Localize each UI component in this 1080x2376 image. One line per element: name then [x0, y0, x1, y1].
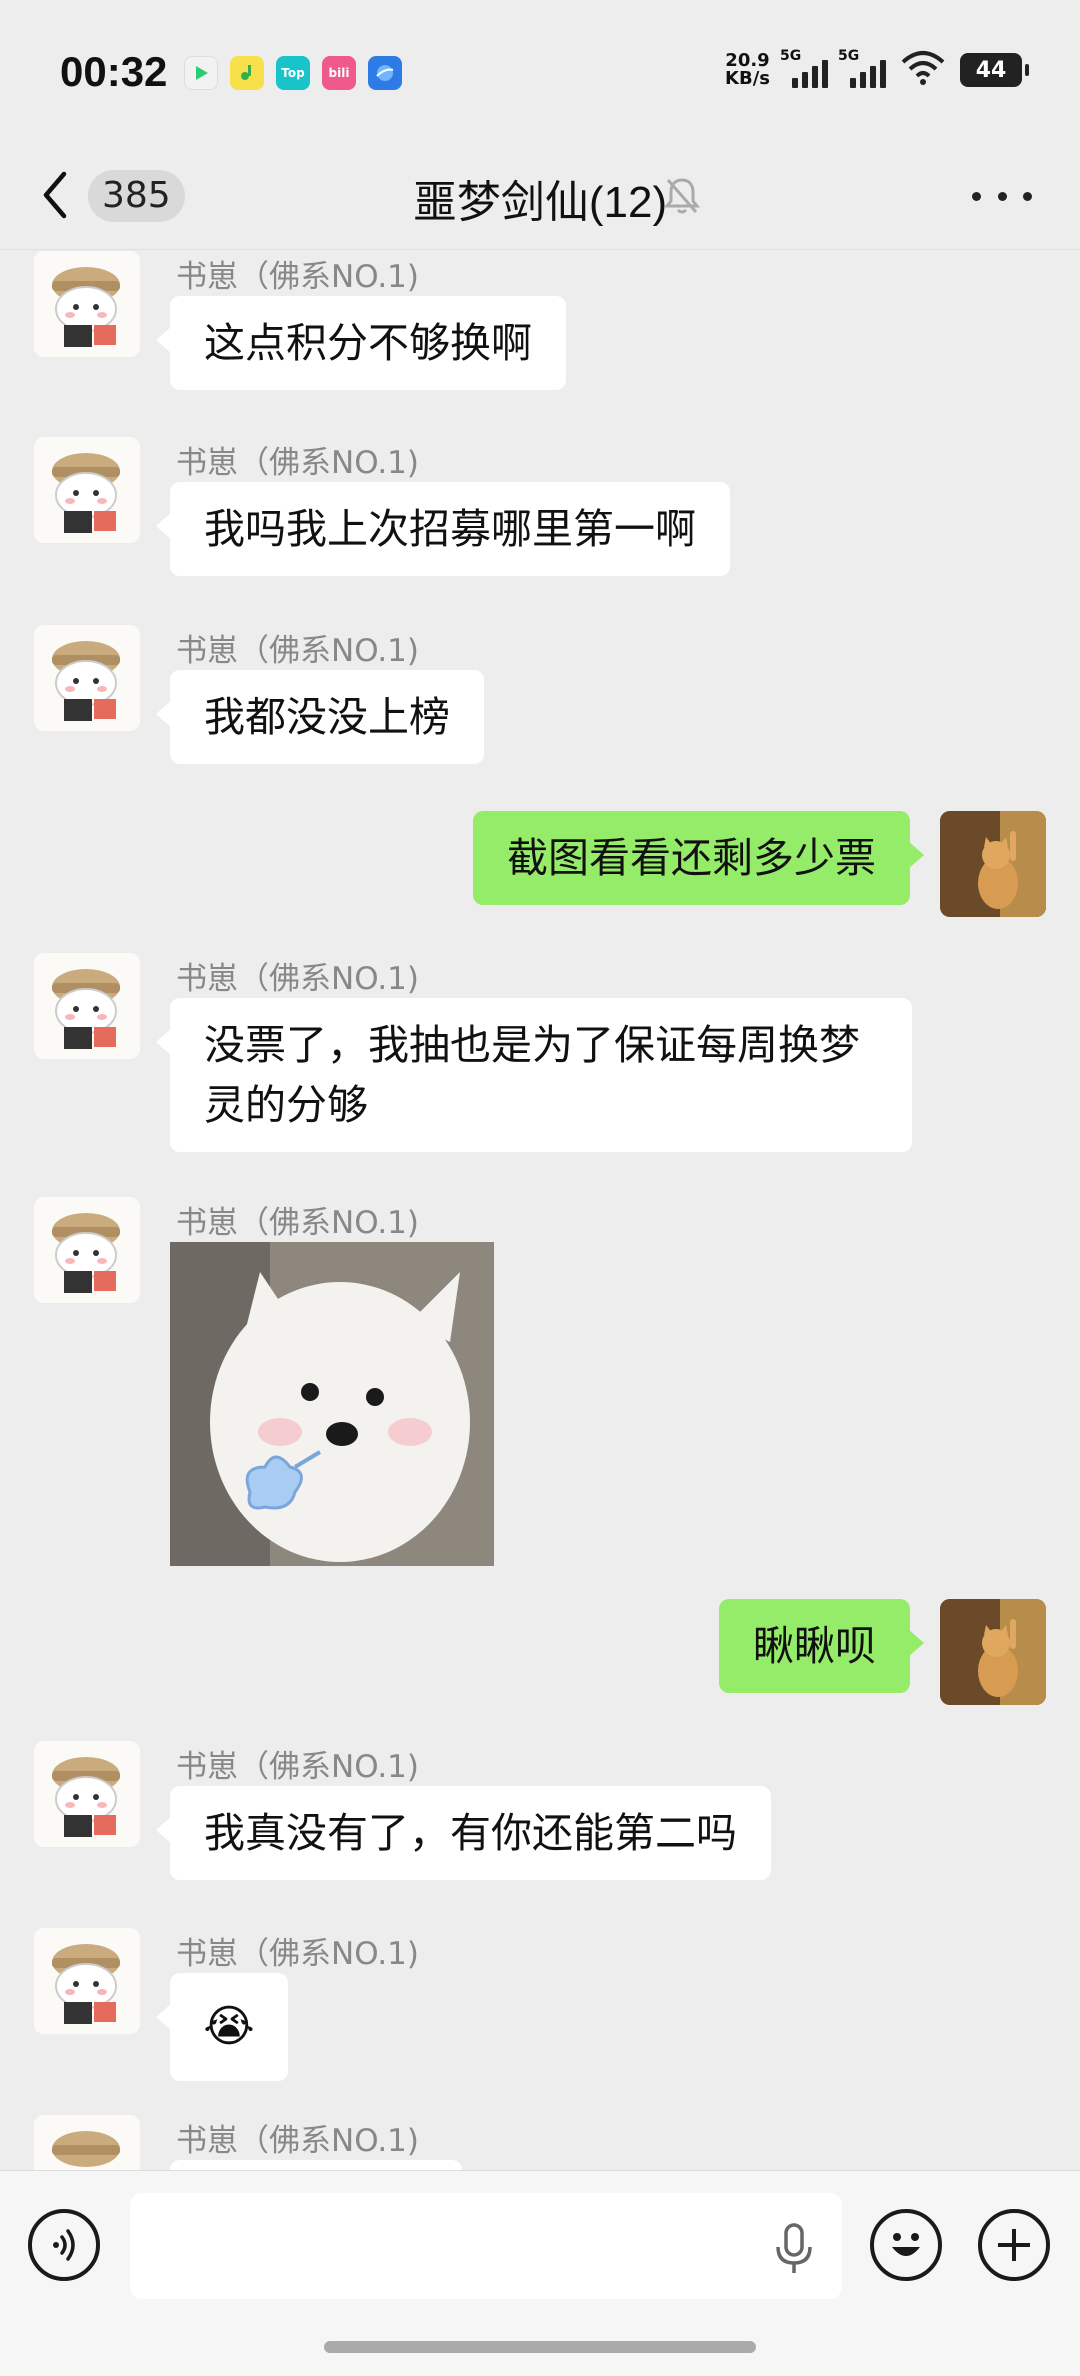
net-speed-unit: KB/s: [725, 68, 770, 89]
microphone-icon[interactable]: [770, 2221, 818, 2277]
avatar[interactable]: [34, 1741, 140, 1847]
smiley-icon: [892, 2233, 920, 2256]
cartoon-avatar-icon: [34, 1197, 140, 1303]
chat-title[interactable]: 噩梦剑仙(12): [0, 166, 1080, 230]
avatar[interactable]: [34, 1928, 140, 2034]
qq-music-icon: [230, 56, 264, 90]
emoji-message-bubble[interactable]: 😭: [156, 1973, 288, 2081]
cartoon-avatar-icon: [34, 251, 140, 357]
dot-icon: [1023, 191, 1032, 201]
status-right: 20.9 KB/s 5G 5G 44: [725, 48, 1029, 90]
home-indicator[interactable]: [324, 2341, 756, 2353]
message-bubble[interactable]: 我真没有了，有你还能第二吗: [156, 1786, 771, 1880]
self-avatar[interactable]: [940, 1599, 1046, 1705]
plus-icon: [998, 2229, 1030, 2261]
input-bar: [0, 2170, 1080, 2376]
status-app-icons: Top bili: [184, 56, 402, 90]
signal-label: 5G: [780, 48, 802, 64]
avatar[interactable]: [34, 437, 140, 543]
message-bubble[interactable]: [170, 2160, 462, 2170]
self-avatar[interactable]: [940, 811, 1046, 917]
emoji-button[interactable]: [870, 2209, 942, 2281]
browser-icon: [368, 56, 402, 90]
crying-laughing-emoji: 😭: [203, 2001, 255, 2052]
status-time: 00:32: [60, 48, 168, 95]
dot-icon: [997, 191, 1007, 201]
top-icon: Top: [276, 56, 310, 90]
message-bubble-outgoing[interactable]: 瞅瞅呗: [719, 1599, 924, 1693]
dog-sticker-image[interactable]: [170, 1242, 494, 1566]
message-bubble[interactable]: 我都没没上榜: [156, 670, 484, 764]
avatar[interactable]: [34, 1197, 140, 1303]
message-bubble[interactable]: 我吗我上次招募哪里第一啊: [156, 482, 730, 576]
message-list[interactable]: 书崽（佛系NO.1) 这点积分不够换啊 书崽（佛系NO.1) 我吗我上次招募哪里…: [0, 251, 1080, 2170]
cat-photo-avatar-icon: [940, 811, 1046, 917]
cartoon-avatar-icon: [34, 625, 140, 731]
sender-name: 书崽（佛系NO.1): [176, 961, 420, 997]
message-bubble[interactable]: 这点积分不够换啊: [156, 296, 566, 390]
cartoon-avatar-icon: [34, 1741, 140, 1847]
sender-name: 书崽（佛系NO.1): [176, 1205, 420, 1241]
cartoon-avatar-icon: [34, 437, 140, 543]
avatar[interactable]: [34, 251, 140, 357]
avatar[interactable]: [34, 625, 140, 731]
chat-header: 385 噩梦剑仙(12): [0, 140, 1080, 250]
avatar[interactable]: [34, 953, 140, 1059]
avatar[interactable]: [34, 2115, 140, 2170]
message-text-input[interactable]: [130, 2193, 842, 2299]
wifi-icon: [900, 50, 946, 90]
signal-icon: 5G: [838, 48, 886, 88]
more-options-button[interactable]: [972, 176, 1032, 216]
battery-icon: 44: [960, 53, 1029, 87]
more-functions-button[interactable]: [978, 2209, 1050, 2281]
bilibili-icon: bili: [322, 56, 356, 90]
signal-label: 5G: [838, 48, 860, 64]
voice-input-button[interactable]: [28, 2209, 100, 2281]
white-dog-sticker-icon: [170, 1242, 494, 1566]
cartoon-avatar-icon: [34, 2115, 140, 2170]
video-icon: [184, 56, 218, 90]
voice-wave-icon: [53, 2229, 75, 2261]
message-bubble-outgoing[interactable]: 截图看看还剩多少票: [473, 811, 924, 905]
signal-icon: 5G: [780, 48, 828, 88]
cat-photo-avatar-icon: [940, 1599, 1046, 1705]
sender-name: 书崽（佛系NO.1): [176, 633, 420, 669]
cartoon-avatar-icon: [34, 953, 140, 1059]
dot-icon: [972, 191, 981, 201]
sender-name: 书崽（佛系NO.1): [176, 1936, 420, 1972]
sender-name: 书崽（佛系NO.1): [176, 259, 420, 295]
sender-name: 书崽（佛系NO.1): [176, 445, 420, 481]
sender-name: 书崽（佛系NO.1): [176, 1749, 420, 1785]
status-bar: 00:32 Top bili 20.9 KB/s 5G 5G 44: [0, 0, 1080, 140]
cartoon-avatar-icon: [34, 1928, 140, 2034]
net-speed: 20.9 KB/s: [725, 52, 770, 88]
mute-bell-icon: [660, 174, 704, 218]
message-bubble[interactable]: 没票了，我抽也是为了保证每周换梦灵的分够: [156, 998, 912, 1152]
sender-name: 书崽（佛系NO.1): [176, 2123, 420, 2159]
